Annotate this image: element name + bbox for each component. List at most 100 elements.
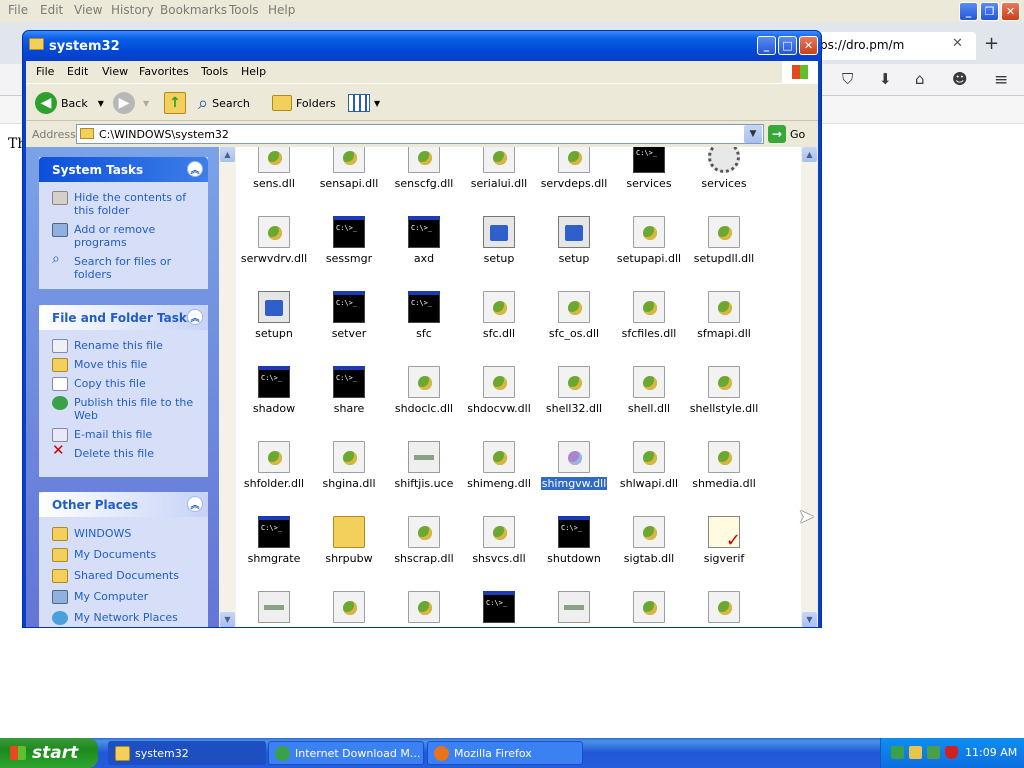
file-item[interactable]: slayerxp.dll — [612, 591, 686, 627]
place-shared-documents[interactable]: Shared Documents — [39, 566, 208, 587]
menu-view[interactable]: View — [102, 65, 128, 78]
vertical-scrollbar[interactable]: ▲ ▼ — [801, 147, 818, 627]
tray-idm-icon[interactable] — [891, 746, 904, 759]
place-windows[interactable]: WINDOWS — [39, 524, 208, 545]
menu-edit[interactable]: Edit — [67, 65, 88, 78]
file-tasks-header[interactable]: File and Folder Tasks ︽ — [39, 305, 208, 330]
task-add-remove-programs[interactable]: Add or remove programs — [39, 220, 208, 252]
scroll-down-icon[interactable]: ▼ — [802, 612, 817, 627]
up-folder-button[interactable]: ↑ — [164, 91, 186, 115]
file-item[interactable]: shutdown — [537, 516, 611, 565]
file-item[interactable]: setver — [312, 291, 386, 340]
system-tasks-header[interactable]: System Tasks ︽ — [39, 157, 208, 182]
file-item[interactable]: setup — [462, 216, 536, 265]
place-my-documents[interactable]: My Documents — [39, 545, 208, 566]
file-item[interactable]: sensapi.dll — [312, 147, 386, 190]
file-item[interactable]: slbcsp.dll — [687, 591, 761, 627]
views-button[interactable]: ▼ — [348, 91, 380, 115]
tray-tool-icon[interactable] — [909, 746, 922, 759]
task-rename[interactable]: Rename this file — [39, 336, 208, 355]
file-item[interactable]: sigtab.dll — [612, 516, 686, 565]
file-item[interactable]: sfc_os.dll — [537, 291, 611, 340]
file-item[interactable]: skeys — [462, 591, 536, 627]
ff-restore-button[interactable]: ❐ — [980, 2, 999, 21]
collapse-chevron-icon[interactable]: ︽ — [187, 161, 203, 177]
address-dropdown-icon[interactable]: ▼ — [744, 125, 762, 143]
task-hide-contents[interactable]: Hide the contents of this folder — [39, 188, 208, 220]
ff-menu-view[interactable]: View — [74, 3, 102, 17]
maximize-button[interactable]: □ — [778, 36, 797, 55]
minimize-button[interactable]: _ — [757, 36, 776, 55]
file-item[interactable]: shiftjis.uce — [387, 441, 461, 490]
taskbar-item-idm[interactable]: Internet Download M... — [268, 741, 424, 765]
back-button[interactable]: ◀ Back ▼ — [35, 91, 104, 115]
smiley-icon[interactable]: ☻ — [952, 70, 968, 88]
file-item[interactable]: simpdata — [237, 591, 311, 627]
menu-file[interactable]: File — [36, 65, 54, 78]
file-item[interactable]: sigverif — [687, 516, 761, 565]
close-button[interactable]: ✕ — [799, 36, 818, 55]
go-button[interactable]: → Go — [768, 125, 805, 143]
menu-tools[interactable]: Tools — [201, 65, 228, 78]
folders-button[interactable]: Folders — [272, 91, 336, 115]
file-item[interactable]: sisbkup.dll — [312, 591, 386, 627]
task-publish[interactable]: Publish this file to the Web — [39, 393, 208, 425]
tray-security-shield-icon[interactable] — [945, 746, 958, 759]
home-icon[interactable]: ⌂ — [915, 70, 925, 88]
file-item[interactable]: sessmgr — [312, 216, 386, 265]
clock[interactable]: 11:09 AM — [965, 746, 1017, 759]
file-item[interactable]: shgina.dll — [312, 441, 386, 490]
back-dropdown-icon[interactable]: ▼ — [98, 99, 104, 108]
scroll-down-icon[interactable]: ▼ — [220, 612, 235, 627]
file-item[interactable]: serialui.dll — [462, 147, 536, 190]
file-item[interactable]: shdoclc.dll — [387, 366, 461, 415]
collapse-chevron-icon[interactable]: ︽ — [187, 496, 203, 512]
file-item[interactable]: axd — [387, 216, 461, 265]
taskbar-item-firefox[interactable]: Mozilla Firefox — [427, 741, 583, 765]
file-item[interactable]: sfc — [387, 291, 461, 340]
ff-menu-history[interactable]: History — [111, 3, 154, 17]
file-item[interactable]: setupn — [237, 291, 311, 340]
tab-close-icon[interactable]: ✕ — [952, 36, 963, 51]
ff-menu-tools[interactable]: Tools — [229, 3, 259, 17]
taskbar-item-system32[interactable]: system32 — [108, 741, 266, 765]
file-item[interactable]: shfolder.dll — [237, 441, 311, 490]
ff-menu-file[interactable]: File — [8, 3, 28, 17]
file-item[interactable]: skdll.dll — [387, 591, 461, 627]
task-move[interactable]: Move this file — [39, 355, 208, 374]
ff-menu-bookmarks[interactable]: Bookmarks — [160, 3, 227, 17]
scroll-up-icon[interactable]: ▲ — [220, 147, 235, 162]
file-item[interactable]: shell32.dll — [537, 366, 611, 415]
tray-network-icon[interactable] — [927, 746, 940, 759]
ff-menu-help[interactable]: Help — [268, 3, 295, 17]
file-item[interactable]: setupapi.dll — [612, 216, 686, 265]
file-item[interactable]: shdocvw.dll — [462, 366, 536, 415]
task-search-files[interactable]: ⌕ Search for files or folders — [39, 252, 208, 284]
file-item[interactable]: shscrap.dll — [387, 516, 461, 565]
collapse-chevron-icon[interactable]: ︽ — [187, 309, 203, 325]
file-item[interactable]: sfmapi.dll — [687, 291, 761, 340]
ff-menu-edit[interactable]: Edit — [40, 3, 63, 17]
file-item[interactable]: shsvcs.dll — [462, 516, 536, 565]
file-item[interactable]: setup — [537, 216, 611, 265]
pocket-icon[interactable]: ⛉ — [842, 70, 853, 88]
address-input[interactable]: C:\WINDOWS\system32 — [76, 124, 764, 144]
file-item[interactable]: sfcfiles.dll — [612, 291, 686, 340]
scroll-up-icon[interactable]: ▲ — [802, 147, 817, 162]
place-my-network-places[interactable]: My Network Places — [39, 608, 208, 627]
task-copy[interactable]: Copy this file — [39, 374, 208, 393]
file-item[interactable]: shadow — [237, 366, 311, 415]
file-item[interactable]: sens.dll — [237, 147, 311, 190]
file-item[interactable]: sfc.dll — [462, 291, 536, 340]
file-item[interactable]: shimeng.dll — [462, 441, 536, 490]
other-places-header[interactable]: Other Places ︽ — [39, 492, 208, 517]
ff-minimize-button[interactable]: _ — [959, 2, 978, 21]
search-button[interactable]: ⌕ Search — [198, 91, 250, 115]
left-scrollbar[interactable]: ▲ ▼ — [219, 147, 236, 627]
task-delete[interactable]: ✕ Delete this file — [39, 443, 208, 463]
download-icon[interactable]: ⬇ — [879, 70, 892, 88]
file-item[interactable]: services — [687, 147, 761, 190]
new-tab-icon[interactable]: + — [984, 33, 999, 54]
file-item[interactable]: shmedia.dll — [687, 441, 761, 490]
file-item[interactable]: serwvdrv.dll — [237, 216, 311, 265]
